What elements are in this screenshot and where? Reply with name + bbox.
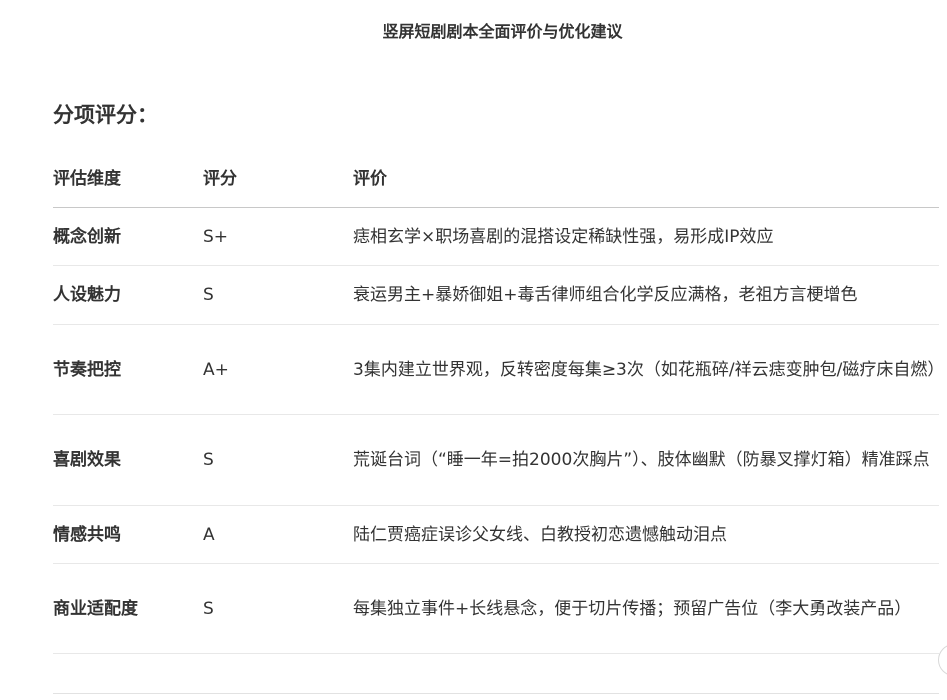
table-row: 情感共鸣 A 陆仁贾癌症误诊父女线、白教授初恋遗憾触动泪点 xyxy=(53,506,939,564)
table-row: 概念创新 S+ 痣相玄学×职场喜剧的混搭设定稀缺性强，易形成IP效应 xyxy=(53,208,939,266)
bottom-divider xyxy=(53,693,939,694)
row-dimension: 概念创新 xyxy=(53,226,121,247)
table-row: 喜剧效果 S 荒诞台词（“睡一年=拍2000次胸片”）、肢体幽默（防暴叉撑灯箱）… xyxy=(53,415,939,506)
section-heading: 分项评分： xyxy=(53,103,158,127)
document-page: 竖屏短剧剧本全面评价与优化建议 分项评分： 评估维度 评分 评价 概念创新 S+… xyxy=(0,0,947,700)
row-comment: 每集独立事件+长线悬念，便于切片传播；预留广告位（李大勇改装产品） xyxy=(353,598,912,619)
table-row: 商业适配度 S 每集独立事件+长线悬念，便于切片传播；预留广告位（李大勇改装产品… xyxy=(53,564,939,654)
table-header-row: 评估维度 评分 评价 xyxy=(53,150,939,208)
header-score: 评分 xyxy=(203,168,237,189)
row-comment: 荒诞台词（“睡一年=拍2000次胸片”）、肢体幽默（防暴叉撑灯箱）精准踩点 xyxy=(353,450,930,470)
table-row: 节奏把控 A+ 3集内建立世界观，反转密度每集≥3次（如花瓶碎/祥云痣变肿包/磁… xyxy=(53,325,945,415)
row-dimension: 喜剧效果 xyxy=(53,450,121,470)
row-dimension: 商业适配度 xyxy=(53,598,138,619)
row-dimension: 人设魅力 xyxy=(53,285,121,305)
row-score: A+ xyxy=(203,359,229,380)
header-dimension: 评估维度 xyxy=(53,168,121,189)
header-comment: 评价 xyxy=(353,168,387,189)
row-dimension: 情感共鸣 xyxy=(53,524,121,545)
row-score: S+ xyxy=(203,226,229,247)
row-score: S xyxy=(203,285,214,305)
row-dimension: 节奏把控 xyxy=(53,359,121,380)
row-comment: 陆仁贾癌症误诊父女线、白教授初恋遗憾触动泪点 xyxy=(353,524,727,545)
scroll-button[interactable] xyxy=(938,644,947,676)
row-comment: 痣相玄学×职场喜剧的混搭设定稀缺性强，易形成IP效应 xyxy=(353,226,774,247)
row-score: S xyxy=(203,450,214,470)
document-title: 竖屏短剧剧本全面评价与优化建议 xyxy=(382,22,623,41)
row-comment: 衰运男主+暴娇御姐+毒舌律师组合化学反应满格，老祖方言梗增色 xyxy=(353,285,858,305)
row-score: A xyxy=(203,524,215,545)
score-table: 评估维度 评分 评价 概念创新 S+ 痣相玄学×职场喜剧的混搭设定稀缺性强，易形… xyxy=(53,150,945,654)
row-comment: 3集内建立世界观，反转密度每集≥3次（如花瓶碎/祥云痣变肿包/磁疗床自燃） xyxy=(353,359,945,380)
row-score: S xyxy=(203,598,214,619)
table-row: 人设魅力 S 衰运男主+暴娇御姐+毒舌律师组合化学反应满格，老祖方言梗增色 xyxy=(53,266,939,325)
